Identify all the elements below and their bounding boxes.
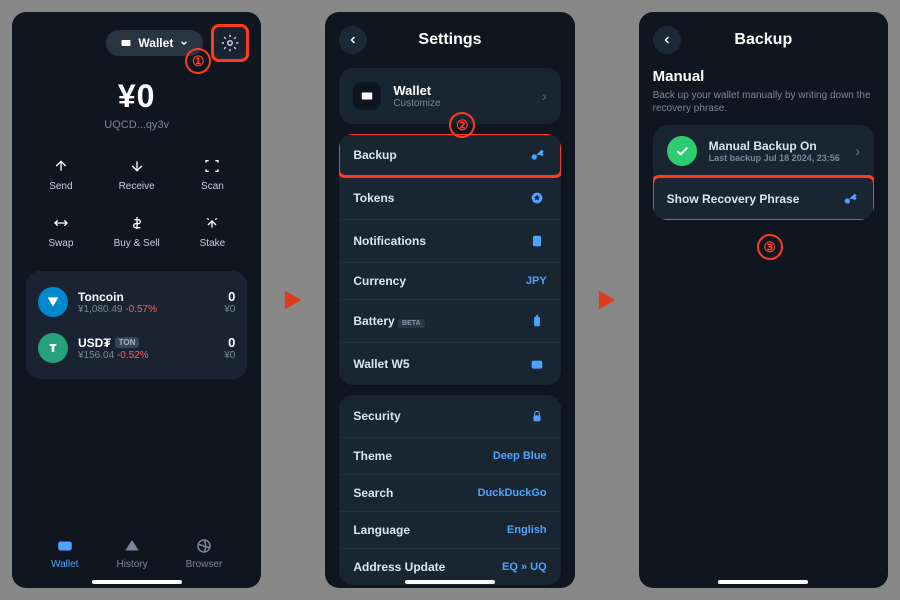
security-row[interactable]: Security xyxy=(339,395,560,437)
wallet-icon xyxy=(529,356,545,372)
wallet-icon xyxy=(360,89,374,103)
key-icon xyxy=(529,147,545,163)
bottom-tabs: Wallet History Browser xyxy=(12,529,261,578)
page-title: Backup xyxy=(734,31,792,49)
backup-screen: Backup Manual Back up your wallet manual… xyxy=(639,12,888,588)
wallet-card[interactable]: Wallet Customize › xyxy=(339,68,560,124)
bell-icon xyxy=(530,234,544,248)
browser-tab-icon xyxy=(195,537,213,555)
check-icon xyxy=(667,136,697,166)
back-button[interactable] xyxy=(653,26,681,54)
home-indicator xyxy=(405,580,495,584)
notifications-row[interactable]: Notifications xyxy=(339,219,560,262)
balance-amount: ¥0 xyxy=(26,78,247,115)
callout-1: ① xyxy=(185,48,211,74)
search-row[interactable]: Search DuckDuckGo xyxy=(339,474,560,511)
manual-title: Manual xyxy=(653,68,874,85)
toncoin-icon xyxy=(38,287,68,317)
history-tab-icon xyxy=(123,537,141,555)
backup-row[interactable]: Backup xyxy=(339,134,560,176)
arrow-up-icon xyxy=(53,158,69,174)
stake-icon xyxy=(204,215,220,231)
tokens-row[interactable]: Tokens xyxy=(339,176,560,219)
dollar-icon xyxy=(129,215,145,231)
wallet-w5-row[interactable]: Wallet W5 xyxy=(339,342,560,385)
star-icon xyxy=(529,190,545,206)
backup-status-row[interactable]: Manual Backup On Last backup Jul 18 2024… xyxy=(653,125,874,177)
stake-action[interactable]: Stake xyxy=(178,206,248,257)
settings-button[interactable] xyxy=(213,26,247,60)
token-row[interactable]: Toncoin ¥1,080.49 -0.57% 0 ¥0 xyxy=(26,279,247,325)
settings-screen: Settings Wallet Customize › ② Backup Tok… xyxy=(325,12,574,588)
scan-action[interactable]: Scan xyxy=(178,149,248,200)
show-recovery-phrase-row[interactable]: Show Recovery Phrase xyxy=(653,177,874,220)
chevron-right-icon: › xyxy=(542,88,547,104)
token-name: Toncoin xyxy=(78,290,214,304)
battery-row[interactable]: Battery BETA xyxy=(339,299,560,342)
arrow-down-icon xyxy=(129,158,145,174)
chevron-left-icon xyxy=(347,34,359,46)
key-icon xyxy=(842,191,858,207)
page-title: Settings xyxy=(418,31,481,49)
home-indicator xyxy=(92,580,182,584)
callout-3: ③ xyxy=(757,234,783,260)
wallet-icon xyxy=(120,37,132,49)
tab-wallet[interactable]: Wallet xyxy=(51,537,78,570)
chevron-down-icon xyxy=(179,38,189,48)
swap-action[interactable]: Swap xyxy=(26,206,96,257)
theme-row[interactable]: Theme Deep Blue xyxy=(339,437,560,474)
scan-icon xyxy=(204,158,220,174)
back-button[interactable] xyxy=(339,26,367,54)
flow-arrow xyxy=(593,12,621,588)
receive-action[interactable]: Receive xyxy=(102,149,172,200)
lock-icon xyxy=(530,409,544,423)
tokens-list: Toncoin ¥1,080.49 -0.57% 0 ¥0 USD₮TON ¥1… xyxy=(26,271,247,379)
usdt-icon xyxy=(38,333,68,363)
flow-arrow xyxy=(279,12,307,588)
battery-icon xyxy=(530,314,544,328)
language-row[interactable]: Language English xyxy=(339,511,560,548)
tab-browser[interactable]: Browser xyxy=(186,537,223,570)
manual-desc: Back up your wallet manually by writing … xyxy=(653,89,874,115)
wallet-screen: Wallet ① ¥0 UQCD...qy3v Send Receive Sca… xyxy=(12,12,261,588)
buy-sell-action[interactable]: Buy & Sell xyxy=(102,206,172,257)
tab-history[interactable]: History xyxy=(116,537,147,570)
currency-row[interactable]: Currency JPY xyxy=(339,262,560,299)
wallet-address[interactable]: UQCD...qy3v xyxy=(26,119,247,131)
swap-icon xyxy=(53,215,69,231)
gear-icon xyxy=(221,34,239,52)
chevron-right-icon: › xyxy=(855,143,860,159)
wallet-tab-icon xyxy=(56,537,74,555)
send-action[interactable]: Send xyxy=(26,149,96,200)
wallet-selector-label: Wallet xyxy=(138,36,173,50)
chevron-left-icon xyxy=(661,34,673,46)
home-indicator xyxy=(718,580,808,584)
token-row[interactable]: USD₮TON ¥156.04 -0.52% 0 ¥0 xyxy=(26,325,247,371)
